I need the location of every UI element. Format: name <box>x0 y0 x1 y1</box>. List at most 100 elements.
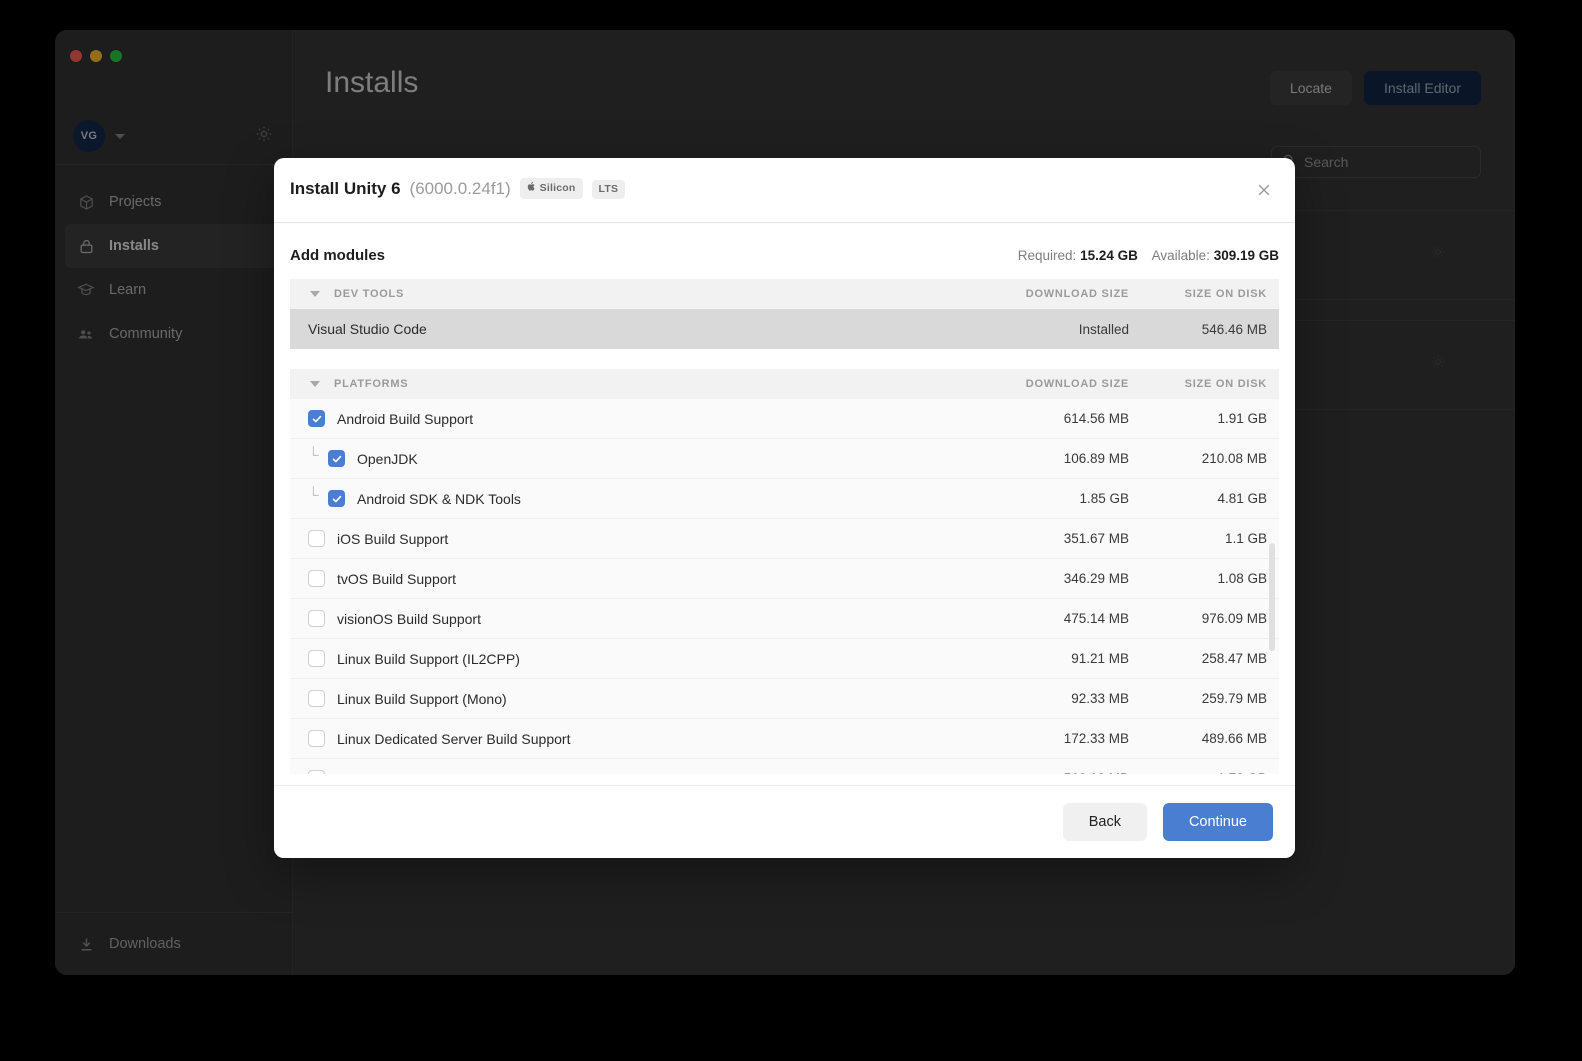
add-modules-label: Add modules <box>290 246 386 264</box>
group-title: DEV TOOLS <box>334 288 405 300</box>
module-label: OpenJDK <box>357 450 418 467</box>
module-name-cell: Visual Studio Code <box>290 321 949 337</box>
module-download-size: 106.89 MB <box>1063 451 1129 466</box>
module-checkbox[interactable] <box>308 610 325 627</box>
column-download-size: DOWNLOAD SIZE <box>1025 378 1129 390</box>
module-label: Visual Studio Code <box>308 321 427 337</box>
module-label: Linux Build Support (Mono) <box>337 690 507 707</box>
install-unity-modal: Install Unity 6 (6000.0.24f1) Silicon LT… <box>274 158 1295 858</box>
module-label: Android SDK & NDK Tools <box>357 490 521 507</box>
module-name-cell: Mac Build Support (IL2CPP) <box>290 770 949 774</box>
available-label: Available: <box>1151 247 1210 263</box>
module-checkbox[interactable] <box>308 770 325 774</box>
modal-version: (6000.0.24f1) <box>409 179 511 199</box>
module-download-size: 172.33 MB <box>1063 731 1129 746</box>
module-size-on-disk: 1.08 GB <box>1217 571 1267 586</box>
chevron-down-icon[interactable] <box>310 291 320 297</box>
module-row[interactable]: Linux Dedicated Server Build Support 172.… <box>290 719 1279 759</box>
module-row[interactable]: Visual Studio Code Installed 546.46 MB <box>290 309 1279 349</box>
available-value: 309.19 GB <box>1213 247 1279 263</box>
module-name-cell: visionOS Build Support <box>290 610 949 627</box>
module-size-on-disk: 210.08 MB <box>1201 451 1267 466</box>
close-icon[interactable] <box>1249 175 1279 205</box>
module-download-size: Installed <box>1078 321 1129 337</box>
module-row[interactable]: Linux Build Support (IL2CPP) 91.21 MB 258.… <box>290 639 1279 679</box>
modal-title: Install Unity 6 <box>290 179 401 199</box>
module-row[interactable]: Linux Build Support (Mono) 92.33 MB 259.79… <box>290 679 1279 719</box>
module-row[interactable]: └ Android SDK & NDK Tools 1.85 GB 4.81 GB <box>290 479 1279 519</box>
module-download-size: 92.33 MB <box>1071 691 1129 706</box>
module-size-on-disk: 4.81 GB <box>1217 491 1267 506</box>
continue-button[interactable]: Continue <box>1162 803 1273 841</box>
module-checkbox[interactable] <box>308 410 325 427</box>
silicon-badge: Silicon <box>519 177 583 199</box>
module-name-cell: tvOS Build Support <box>290 570 949 587</box>
group-header[interactable]: PLATFORMS DOWNLOAD SIZE SIZE ON DISK <box>290 369 1279 399</box>
module-checkbox[interactable] <box>308 690 325 707</box>
column-size-on-disk: SIZE ON DISK <box>1184 288 1267 300</box>
group-header[interactable]: DEV TOOLS DOWNLOAD SIZE SIZE ON DISK <box>290 279 1279 309</box>
module-checkbox[interactable] <box>308 650 325 667</box>
apple-icon <box>527 181 536 195</box>
modules-bar: Add modules Required: 15.24 GB Available… <box>290 223 1279 279</box>
column-size-on-disk: SIZE ON DISK <box>1184 378 1267 390</box>
modal-body: Add modules Required: 15.24 GB Available… <box>274 223 1295 785</box>
module-size-on-disk: 1.91 GB <box>1217 411 1267 426</box>
module-label: tvOS Build Support <box>337 570 457 587</box>
module-label: visionOS Build Support <box>337 610 481 627</box>
back-button[interactable]: Back <box>1062 803 1147 841</box>
module-checkbox[interactable] <box>328 490 345 507</box>
module-row[interactable]: Mac Build Support (IL2CPP) 568.12 MB1.78 … <box>290 759 1279 774</box>
modules-list[interactable]: DEV TOOLS DOWNLOAD SIZE SIZE ON DISK Visual… <box>290 279 1279 774</box>
module-checkbox[interactable] <box>328 450 345 467</box>
module-download-size: 475.14 MB <box>1063 611 1129 626</box>
tree-branch-icon: └ <box>308 487 319 504</box>
module-size-on-disk: 546.46 MB <box>1201 321 1267 337</box>
module-size-on-disk: 489.66 MB <box>1201 731 1267 746</box>
modal-footer: Back Continue <box>274 785 1295 858</box>
module-row[interactable]: tvOS Build Support 346.29 MB 1.08 GB <box>290 559 1279 599</box>
module-size-on-disk: 258.47 MB <box>1201 651 1267 666</box>
module-row[interactable]: iOS Build Support 351.67 MB 1.1 GB <box>290 519 1279 559</box>
group-title: PLATFORMS <box>334 378 409 390</box>
tree-branch-icon: └ <box>308 447 319 464</box>
module-checkbox[interactable] <box>308 730 325 747</box>
groups-container: DEV TOOLS DOWNLOAD SIZE SIZE ON DISK Visual… <box>290 279 1279 774</box>
scrollbar-track[interactable] <box>1269 411 1277 771</box>
module-name-cell: Linux Build Support (IL2CPP) <box>290 650 949 667</box>
module-size-on-disk: 1.78 GB <box>1129 771 1279 774</box>
module-label: Linux Dedicated Server Build Support <box>337 730 571 747</box>
module-row[interactable]: Android Build Support 614.56 MB 1.91 GB <box>290 399 1279 439</box>
module-size-on-disk: 259.79 MB <box>1201 691 1267 706</box>
module-size-on-disk: 976.09 MB <box>1201 611 1267 626</box>
module-label: Android Build Support <box>337 410 474 427</box>
module-row[interactable]: visionOS Build Support 475.14 MB 976.09 MB <box>290 599 1279 639</box>
silicon-badge-label: Silicon <box>539 182 576 195</box>
chevron-down-icon[interactable] <box>310 381 320 387</box>
module-row[interactable]: └ OpenJDK 106.89 MB 210.08 MB <box>290 439 1279 479</box>
scrollbar-thumb[interactable] <box>1269 543 1275 651</box>
module-download-size: 351.67 MB <box>1063 531 1129 546</box>
lts-badge: LTS <box>591 179 626 199</box>
module-checkbox[interactable] <box>308 530 325 547</box>
module-name-cell: Linux Build Support (Mono) <box>290 690 949 707</box>
module-name-cell: Android Build Support <box>290 410 949 427</box>
module-name-cell: Linux Dedicated Server Build Support <box>290 730 949 747</box>
module-download-size: 568.12 MB <box>949 771 1129 774</box>
required-label: Required: <box>1017 247 1077 263</box>
module-download-size: 91.21 MB <box>1071 651 1129 666</box>
module-download-size: 614.56 MB <box>1063 411 1129 426</box>
module-name-cell: iOS Build Support <box>290 530 949 547</box>
module-download-size: 1.85 GB <box>1079 491 1129 506</box>
column-download-size: DOWNLOAD SIZE <box>1025 288 1129 300</box>
required-value: 15.24 GB <box>1080 247 1138 263</box>
module-checkbox[interactable] <box>308 570 325 587</box>
module-download-size: 346.29 MB <box>1063 571 1129 586</box>
module-name-cell: └ OpenJDK <box>290 447 949 467</box>
module-name-cell: └ Android SDK & NDK Tools <box>290 487 949 507</box>
module-label: Linux Build Support (IL2CPP) <box>337 650 520 667</box>
modal-title-wrap: Install Unity 6 (6000.0.24f1) Silicon LT… <box>290 177 626 201</box>
module-label: Mac Build Support (IL2CPP) <box>337 771 513 775</box>
capacity-summary: Required: 15.24 GB Available: 309.19 GB <box>1018 248 1279 263</box>
module-label: iOS Build Support <box>337 530 449 547</box>
